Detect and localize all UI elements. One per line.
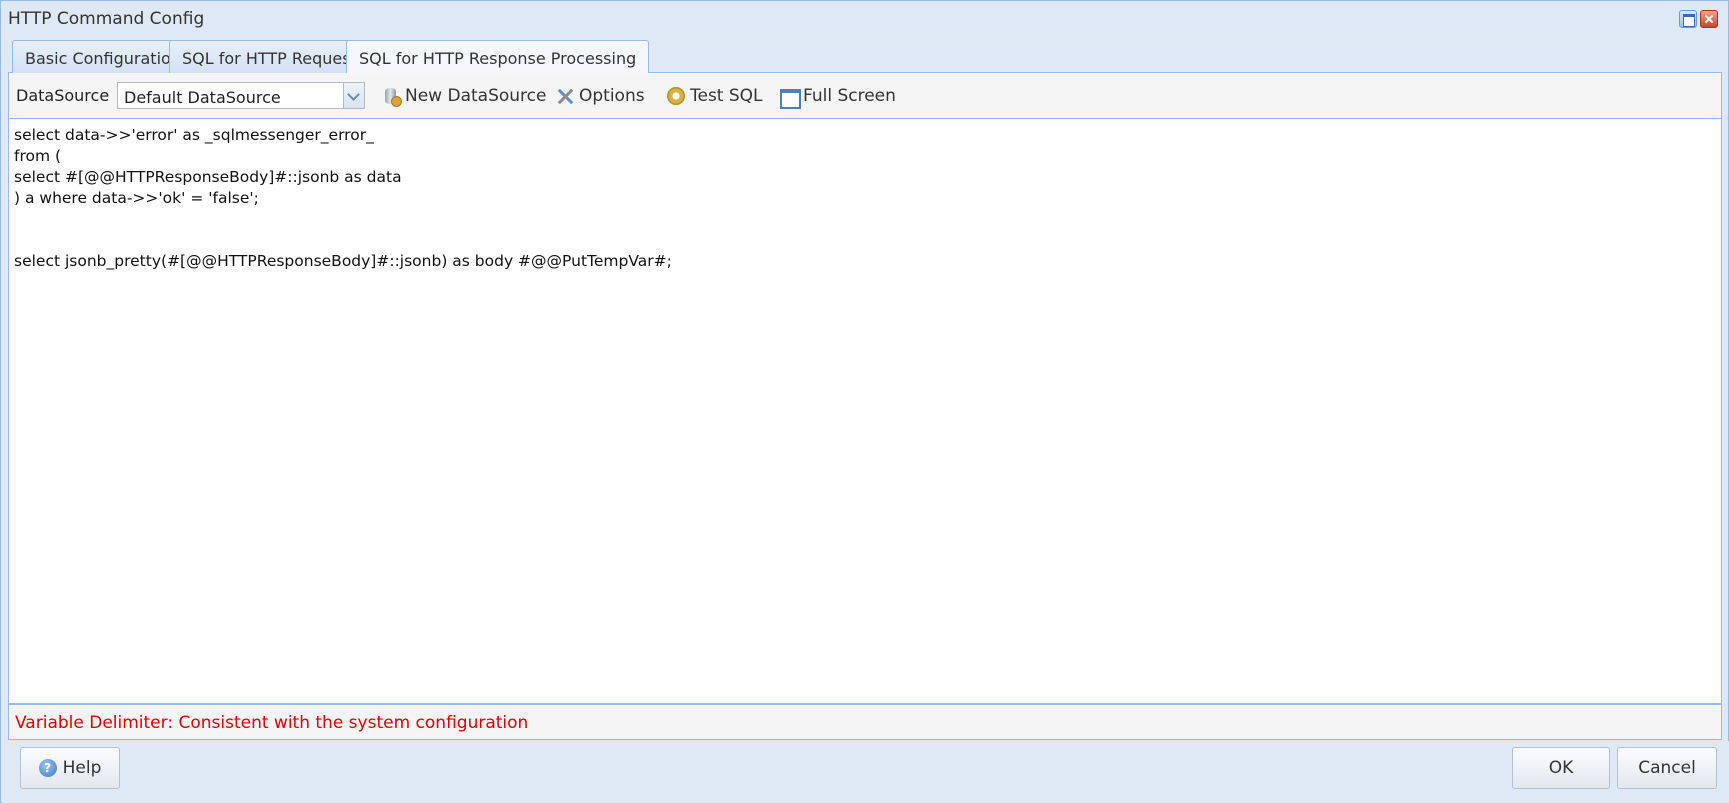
tab-strip: Basic Configuration SQL for HTTP Request…	[8, 37, 1722, 74]
ok-label: OK	[1548, 758, 1574, 778]
toolbar: DataSource Default DataSource New DataSo…	[8, 73, 1722, 119]
datasource-label: DataSource	[16, 86, 110, 105]
help-icon: ?	[38, 759, 57, 777]
tools-icon	[555, 86, 575, 106]
chevron-down-icon[interactable]	[343, 83, 364, 108]
options-button[interactable]: Options	[555, 81, 645, 111]
test-sql-label: Test SQL	[690, 86, 763, 106]
window-icon	[779, 86, 801, 109]
code-line: from (	[14, 147, 62, 165]
datasource-select[interactable]: Default DataSource	[117, 82, 365, 109]
full-screen-label: Full Screen	[803, 86, 896, 106]
ok-button[interactable]: OK	[1512, 747, 1610, 789]
http-command-config-dialog: HTTP Command Config Basic Configuration …	[0, 0, 1729, 803]
new-datasource-label: New DataSource	[405, 86, 547, 106]
code-line: select jsonb_pretty(#[@@HTTPResponseBody…	[14, 252, 672, 270]
new-datasource-button[interactable]: New DataSource	[381, 81, 546, 111]
window-title: HTTP Command Config	[8, 9, 205, 29]
status-bar: Variable Delimiter: Consistent with the …	[8, 704, 1722, 740]
close-icon[interactable]	[1700, 10, 1718, 28]
help-button[interactable]: ? Help	[20, 747, 120, 789]
code-line: ) a where data->>'ok' = 'false';	[14, 189, 259, 207]
cancel-label: Cancel	[1638, 758, 1696, 778]
gear-icon	[666, 86, 686, 106]
cancel-button[interactable]: Cancel	[1617, 747, 1717, 789]
tab-basic-configuration[interactable]: Basic Configuration	[12, 40, 194, 73]
sql-editor[interactable]: select data->>'error' as _sqlmessenger_e…	[8, 119, 1722, 704]
database-icon	[381, 86, 402, 107]
test-sql-button[interactable]: Test SQL	[666, 81, 763, 111]
full-screen-button[interactable]: Full Screen	[779, 81, 896, 111]
code-line: select data->>'error' as _sqlmessenger_e…	[14, 126, 374, 144]
variable-delimiter-status: Variable Delimiter: Consistent with the …	[15, 713, 529, 733]
title-bar: HTTP Command Config	[1, 1, 1728, 35]
tab-sql-for-http-response-processing[interactable]: SQL for HTTP Response Processing	[346, 40, 650, 74]
dialog-footer: ? Help OK Cancel	[2, 741, 1729, 803]
tab-sql-for-http-request[interactable]: SQL for HTTP Request	[169, 40, 370, 73]
maximize-icon[interactable]	[1679, 10, 1697, 28]
code-line: select #[@@HTTPResponseBody]#::jsonb as …	[14, 168, 402, 186]
options-label: Options	[579, 86, 645, 106]
help-label: Help	[62, 758, 102, 778]
datasource-value: Default DataSource	[124, 88, 281, 107]
